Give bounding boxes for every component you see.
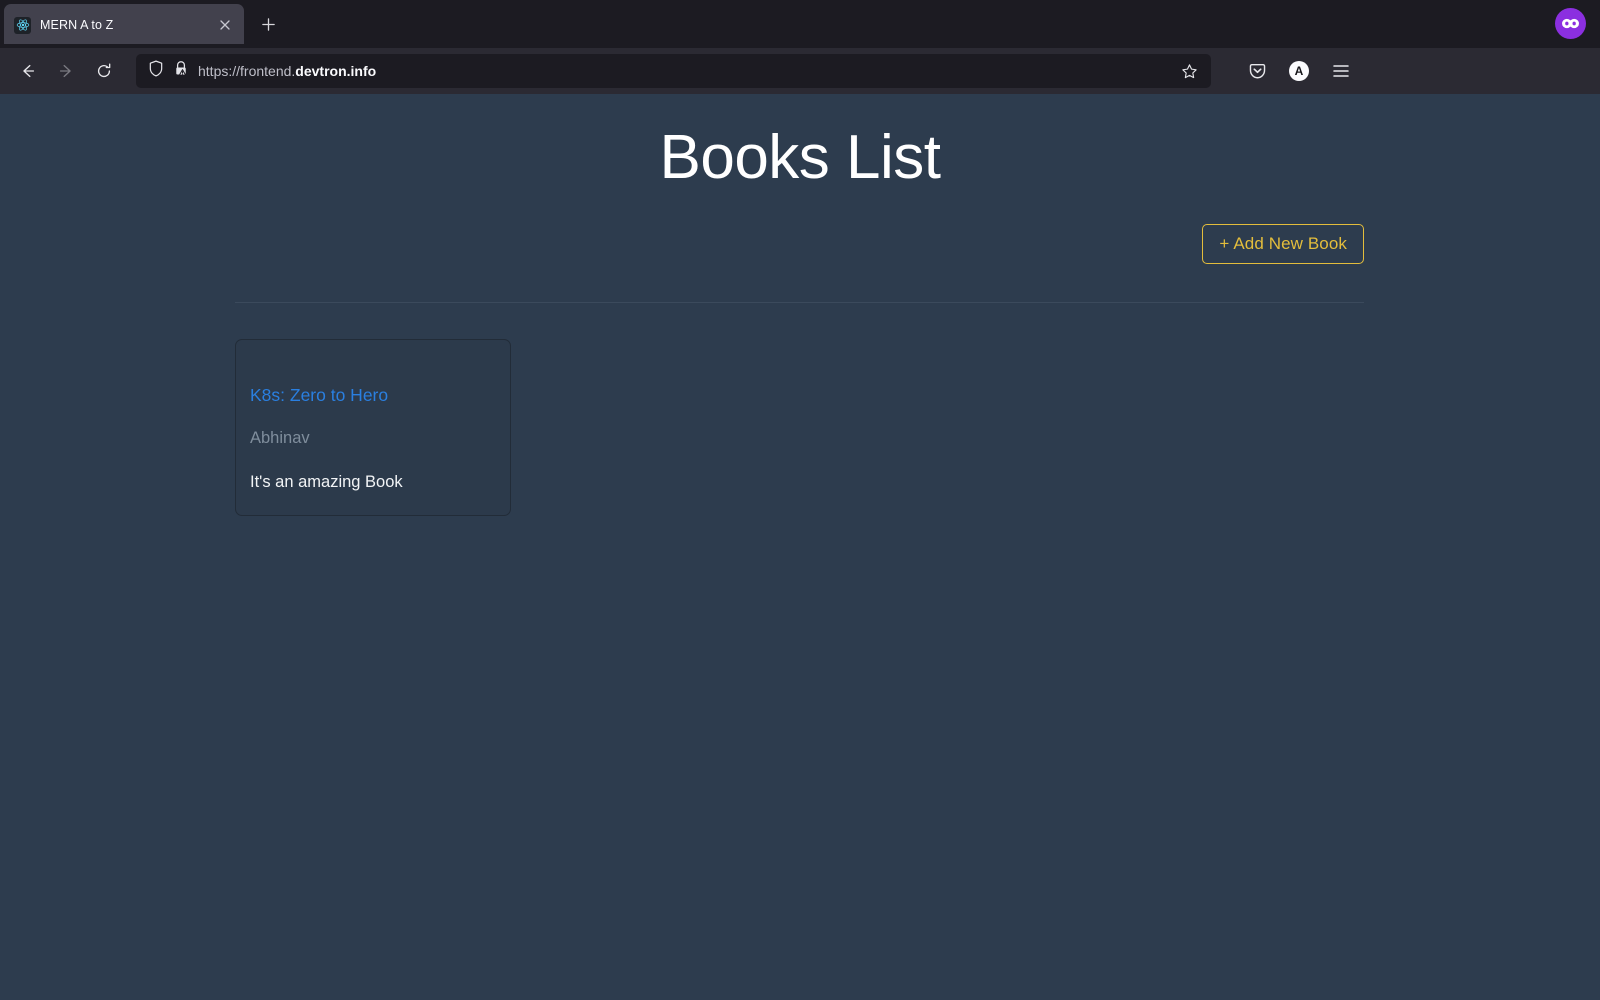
page-viewport: Books List + Add New Book K8s: Zero to H…	[0, 94, 1600, 1000]
tab-title: MERN A to Z	[40, 18, 114, 32]
book-description: It's an amazing Book	[250, 472, 403, 491]
account-avatar-button[interactable]: A	[1281, 55, 1317, 87]
application-menu-icon[interactable]	[1323, 55, 1359, 87]
reload-button[interactable]	[86, 55, 122, 87]
add-new-book-button[interactable]: + Add New Book	[1202, 224, 1364, 265]
url-host: devtron.info	[295, 63, 377, 79]
browser-tab[interactable]: MERN A to Z	[4, 4, 244, 44]
books-list: K8s: Zero to Hero Abhinav It's an amazin…	[235, 303, 1365, 517]
new-tab-button[interactable]	[252, 8, 284, 40]
book-card[interactable]: K8s: Zero to Hero Abhinav It's an amazin…	[235, 339, 511, 517]
url-text[interactable]: https://frontend.devtron.info	[198, 63, 1166, 79]
insecure-connection-lock-icon[interactable]	[173, 60, 189, 82]
tab-strip: MERN A to Z	[0, 0, 1600, 48]
page-title: Books List	[659, 123, 941, 192]
page-actions: + Add New Book	[235, 192, 1365, 265]
pocket-icon[interactable]	[1239, 55, 1275, 87]
back-button[interactable]	[10, 55, 46, 87]
browser-window: MERN A to Z https://frontend.devtron.inf…	[0, 0, 1600, 1000]
book-title-link[interactable]: K8s: Zero to Hero	[250, 385, 496, 406]
tracking-protection-shield-icon[interactable]	[148, 60, 164, 82]
react-logo-icon	[14, 16, 31, 34]
tab-close-icon[interactable]	[214, 14, 236, 36]
toolbar-right-actions: A	[1239, 55, 1359, 87]
account-initial: A	[1289, 61, 1309, 81]
page-container: Books List + Add New Book K8s: Zero to H…	[235, 94, 1365, 517]
address-bar[interactable]: https://frontend.devtron.info	[136, 54, 1211, 88]
bookmark-star-icon[interactable]	[1175, 57, 1203, 85]
book-author: Abhinav	[250, 429, 310, 448]
purple-infinity-extension-icon[interactable]	[1555, 8, 1586, 39]
forward-button[interactable]	[48, 55, 84, 87]
url-prefix: https://frontend.	[198, 63, 296, 79]
navigation-toolbar: https://frontend.devtron.info A	[0, 48, 1600, 94]
